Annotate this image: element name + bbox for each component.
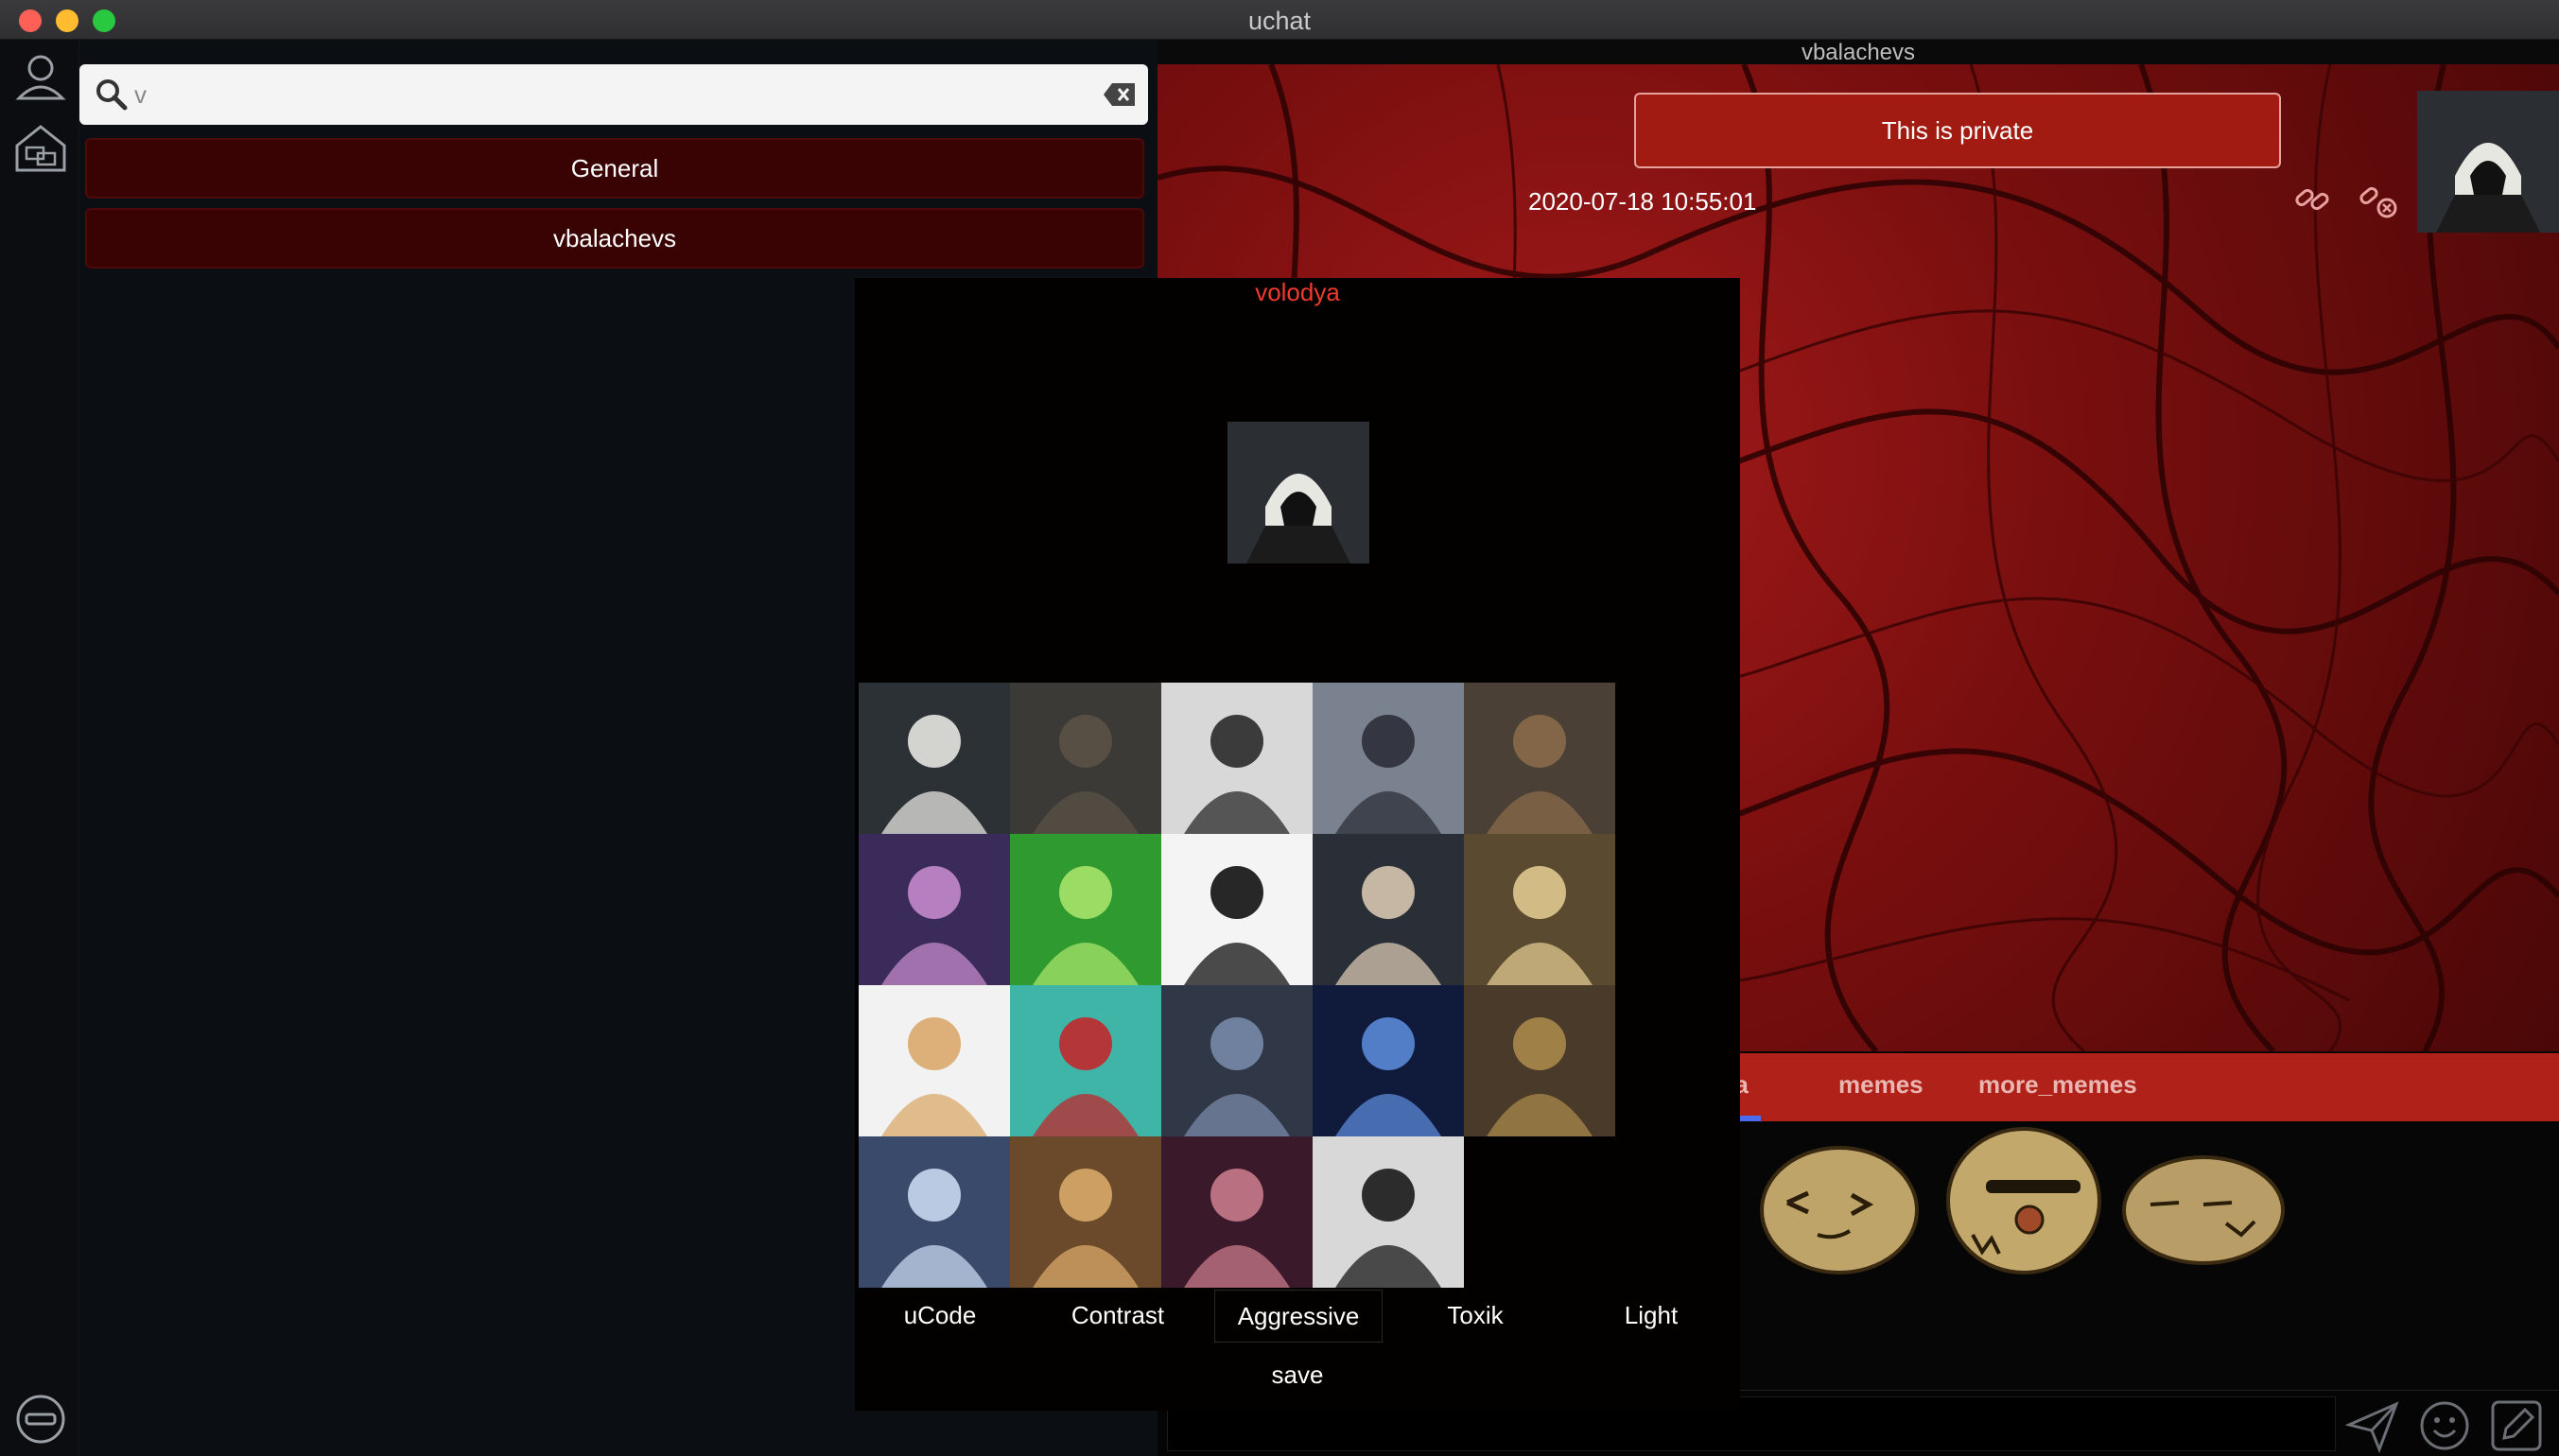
chat-header-name: vbalachevs xyxy=(1158,40,2559,65)
winged-succubus-avatar[interactable] xyxy=(1161,1136,1313,1288)
man-in-hat-avatar[interactable] xyxy=(1313,1136,1464,1288)
purple-hair-woman-avatar[interactable] xyxy=(859,834,1010,985)
nav-rail xyxy=(0,40,79,1456)
old-wizard-avatar[interactable] xyxy=(1464,834,1615,985)
room-button-vbalachevs[interactable]: vbalachevs xyxy=(85,208,1144,269)
theme-ucode-button[interactable]: uCode xyxy=(855,1290,1025,1343)
dark-angel-avatar[interactable] xyxy=(1161,985,1313,1136)
unlink-icon[interactable] xyxy=(2355,176,2400,221)
helmeted-soldier-avatar[interactable] xyxy=(1464,683,1615,834)
profile-settings-modal: volodya uCode Contrast Aggressive Toxik … xyxy=(855,278,1740,1411)
chat-user-avatar[interactable] xyxy=(2417,91,2559,233)
emoji-icon[interactable] xyxy=(2417,1398,2472,1453)
chat-rooms-icon[interactable] xyxy=(11,119,70,178)
profile-username: volodya xyxy=(1255,278,1340,306)
monocle-meme-avatar[interactable] xyxy=(1161,834,1313,985)
search-icon xyxy=(96,79,128,111)
current-avatar xyxy=(1227,422,1369,563)
theme-selector: uCode Contrast Aggressive Toxik Light xyxy=(855,1290,1740,1343)
theme-aggressive-button[interactable]: Aggressive xyxy=(1214,1290,1383,1343)
window-title: uchat xyxy=(1247,7,1312,35)
horned-demon-avatar[interactable] xyxy=(1161,683,1313,834)
profile-icon[interactable] xyxy=(11,49,70,108)
message-timestamp: 2020-07-18 10:55:01 xyxy=(1528,187,1757,216)
search-input[interactable] xyxy=(134,72,1080,117)
logout-icon[interactable] xyxy=(11,1390,70,1448)
potato-sticker-squint[interactable] xyxy=(1750,1136,1929,1278)
edit-message-icon[interactable] xyxy=(2489,1398,2544,1453)
blue-wraith-avatar[interactable] xyxy=(1313,985,1464,1136)
cartoon-batman-avatar[interactable] xyxy=(859,1136,1010,1288)
boromir-meme-avatar[interactable] xyxy=(1010,1136,1161,1288)
potato-sticker-angry[interactable] xyxy=(1939,1121,2109,1282)
private-message-bubble[interactable]: This is private xyxy=(1634,93,2281,168)
hooded-assassin-avatar[interactable] xyxy=(859,683,1010,834)
angel-dancer-avatar[interactable] xyxy=(1313,834,1464,985)
title-bar: uchat xyxy=(0,0,2559,40)
save-button[interactable]: save xyxy=(1184,1352,1411,1399)
blonde-fighter-avatar[interactable] xyxy=(859,985,1010,1136)
armored-knight-woman-avatar[interactable] xyxy=(1313,683,1464,834)
send-icon[interactable] xyxy=(2345,1398,2400,1453)
room-button-general[interactable]: General xyxy=(85,138,1144,199)
clear-search-icon[interactable] xyxy=(1103,81,1137,108)
potato-sticker-sleepy[interactable] xyxy=(2113,1148,2302,1271)
orc-warrior-avatar[interactable] xyxy=(1464,985,1615,1136)
tab-more-memes[interactable]: more_memes xyxy=(1978,1053,2137,1121)
cartoon-hulk-avatar[interactable] xyxy=(1010,834,1161,985)
search-bar xyxy=(79,64,1148,125)
tab-memes[interactable]: memes xyxy=(1838,1053,1924,1121)
theme-toxik-button[interactable]: Toxik xyxy=(1390,1290,1560,1343)
theme-contrast-button[interactable]: Contrast xyxy=(1033,1290,1203,1343)
warrior-woman-avatar[interactable] xyxy=(1010,683,1161,834)
edit-link-icon[interactable] xyxy=(2290,176,2336,221)
theme-light-button[interactable]: Light xyxy=(1566,1290,1736,1343)
cartoon-superman-avatar[interactable] xyxy=(1010,985,1161,1136)
